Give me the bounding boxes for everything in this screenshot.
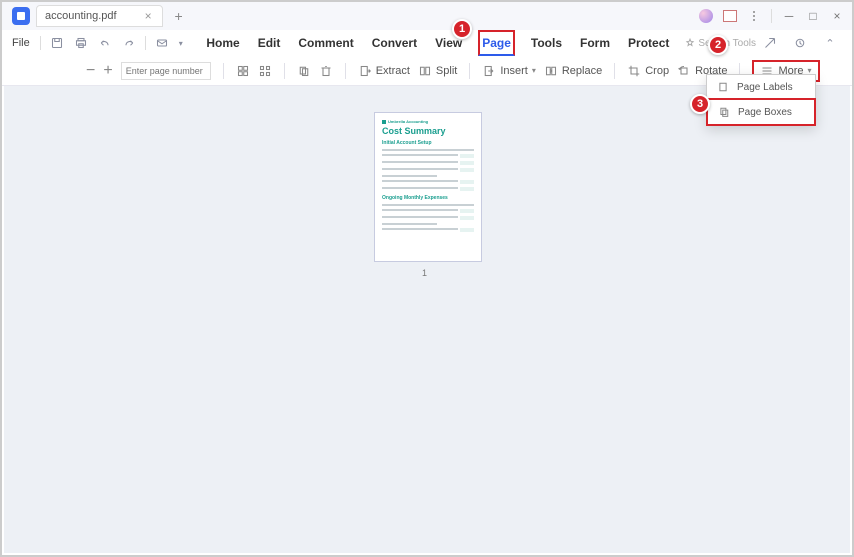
separator [469, 63, 470, 79]
cloud-icon[interactable] [790, 33, 810, 53]
menu-item-page-boxes[interactable]: Page Boxes [706, 98, 816, 126]
zoom-out-button[interactable]: − [86, 62, 95, 80]
thumbnail-content [382, 223, 437, 225]
thumbnail-content [382, 216, 474, 220]
separator [40, 36, 41, 50]
grid-large-icon[interactable] [258, 64, 272, 78]
extract-label: Extract [376, 65, 410, 77]
undo-icon[interactable] [95, 33, 115, 53]
thumbnail-content [382, 168, 474, 172]
thumbnail-section-1: Initial Account Setup [382, 140, 474, 146]
insert-button[interactable]: Insert ▾ [482, 64, 536, 78]
tab-edit[interactable]: Edit [256, 32, 283, 54]
extension-icon[interactable] [723, 10, 737, 22]
thumbnail-content [382, 187, 474, 191]
crop-label: Crop [645, 65, 669, 77]
tab-comment[interactable]: Comment [296, 32, 355, 54]
copy-icon[interactable] [297, 64, 311, 78]
replace-icon [544, 64, 558, 78]
separator [284, 63, 285, 79]
page-labels-icon [717, 81, 729, 93]
split-label: Split [436, 65, 457, 77]
annotation-step-1: 1 [452, 19, 472, 39]
thumbnail-content [382, 209, 474, 213]
annotation-step-3: 3 [690, 94, 710, 114]
page-number-input[interactable] [121, 62, 211, 80]
annotation-step-2: 2 [708, 35, 728, 55]
tab-page[interactable]: Page [478, 30, 515, 56]
split-icon [418, 64, 432, 78]
page-canvas: Umbrella Accounting Cost Summary Initial… [4, 86, 850, 553]
page-thumbnail[interactable]: Umbrella Accounting Cost Summary Initial… [374, 112, 482, 262]
send-icon[interactable] [760, 33, 780, 53]
replace-label: Replace [562, 65, 602, 77]
close-tab-icon[interactable]: × [145, 9, 152, 23]
thumbnail-content [382, 154, 474, 158]
save-icon[interactable] [47, 33, 67, 53]
more-dropdown: Page Labels Page Boxes [706, 74, 816, 126]
tab-home[interactable]: Home [204, 32, 241, 54]
zoom-in-button[interactable]: + [103, 62, 112, 80]
print-icon[interactable] [71, 33, 91, 53]
delete-page-icon[interactable] [319, 64, 333, 78]
crop-button[interactable]: Crop [627, 64, 669, 78]
minimize-button[interactable]: ─ [782, 9, 796, 23]
split-button[interactable]: Split [418, 64, 457, 78]
thumbnail-content [382, 180, 474, 184]
thumbnail-content [382, 149, 474, 151]
replace-button[interactable]: Replace [544, 64, 602, 78]
insert-icon [482, 64, 496, 78]
thumbnail-section-2: Ongoing Monthly Expenses [382, 195, 474, 201]
thumbnail-content [382, 228, 474, 232]
separator [223, 63, 224, 79]
insert-label: Insert [500, 65, 528, 77]
document-tab[interactable]: accounting.pdf × [36, 5, 163, 27]
brand-mark-icon [382, 120, 386, 124]
chevron-down-icon: ▾ [532, 66, 536, 75]
titlebar: accounting.pdf × + ─ □ × [2, 2, 852, 30]
separator [145, 36, 146, 50]
close-window-button[interactable]: × [830, 9, 844, 23]
extract-button[interactable]: Extract [358, 64, 410, 78]
page-boxes-icon [718, 106, 730, 118]
rotate-icon [677, 64, 691, 78]
extract-icon [358, 64, 372, 78]
mail-icon[interactable] [152, 33, 172, 53]
tab-label: accounting.pdf [45, 10, 117, 22]
brand-label: Umbrella Accounting [388, 119, 428, 124]
thumbnail-content [382, 175, 437, 177]
redo-icon[interactable] [119, 33, 139, 53]
avatar-icon[interactable] [699, 9, 713, 23]
separator [614, 63, 615, 79]
crop-icon [627, 64, 641, 78]
tab-tools[interactable]: Tools [529, 32, 564, 54]
window-controls: ─ □ × [699, 9, 848, 23]
separator [345, 63, 346, 79]
mail-dropdown-icon[interactable]: ▾ [176, 33, 186, 53]
brand-badge: Umbrella Accounting [382, 119, 474, 124]
app-icon [12, 7, 30, 25]
maximize-button[interactable]: □ [806, 9, 820, 23]
tab-form[interactable]: Form [578, 32, 612, 54]
separator [771, 9, 772, 23]
menu-item-page-labels[interactable]: Page Labels [707, 75, 815, 99]
page-boxes-label: Page Boxes [738, 107, 792, 118]
page-labels-label: Page Labels [737, 82, 793, 93]
new-tab-button[interactable]: + [169, 8, 189, 24]
main-tabs: Home Edit Comment Convert View Page Tool… [204, 30, 671, 56]
tab-protect[interactable]: Protect [626, 32, 671, 54]
file-menu[interactable]: File [8, 37, 34, 49]
kebab-menu-icon[interactable] [747, 11, 761, 21]
thumbnail-content [382, 161, 474, 165]
page-number-label: 1 [422, 268, 427, 278]
thumbnail-content [382, 204, 474, 206]
grid-small-icon[interactable] [236, 64, 250, 78]
thumbnail-title: Cost Summary [382, 126, 474, 136]
tab-convert[interactable]: Convert [370, 32, 419, 54]
expand-icon[interactable]: ⌃ [820, 33, 840, 53]
